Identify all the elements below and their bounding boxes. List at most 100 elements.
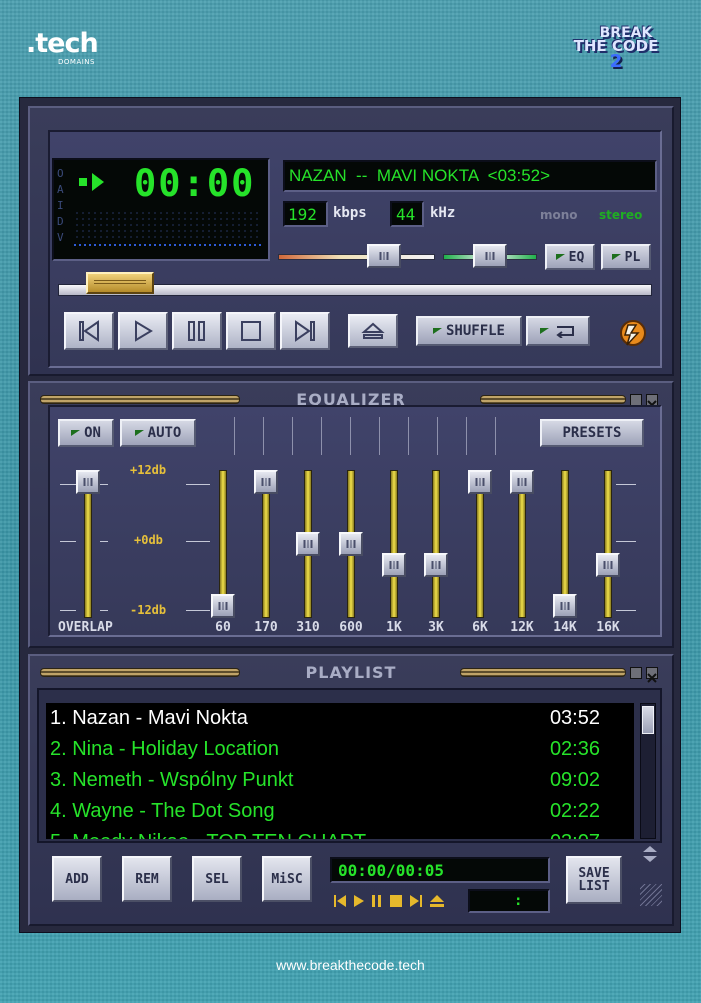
footer-url[interactable]: www.breakthecode.tech [0,957,701,973]
eq-slider-knob[interactable] [211,594,235,618]
eq-on-label: ON [84,425,101,441]
mini-transport-icons [334,895,444,907]
volume-knob[interactable] [366,244,401,268]
eq-slider-knob[interactable] [424,552,448,577]
playlist-scroll-arrows[interactable] [640,843,660,865]
playlist-list[interactable]: 1. Nazan - Mavi Nokta 03:52 2. Nina - Hol… [46,703,634,839]
playlist-item[interactable]: 4. Wayne - The Dot Song 02:22 [50,800,600,831]
rem-label: REM [135,871,159,887]
track-title-display[interactable]: NAZAN -- MAVI NOKTA <03:52> [283,160,657,192]
repeat-button[interactable] [526,316,590,346]
pause-button[interactable] [172,312,222,350]
eq-slider-knob[interactable] [553,594,577,618]
balance-knob[interactable] [473,244,507,268]
playlist-item[interactable]: 3. Nemeth - Wspólny Punkt 09:02 [50,769,600,800]
eq-slider-track[interactable] [432,470,440,618]
stop-button[interactable] [226,312,276,350]
playlist-item-duration: 03:07 [550,831,600,839]
pl-close-button[interactable] [646,667,658,683]
playlist-add-button[interactable]: ADD [52,856,102,902]
save-list-button[interactable]: SAVE LIST [566,856,622,904]
eq-band-3k[interactable]: 3K [416,470,456,635]
mono-indicator: mono [540,208,578,222]
eq-slider-track[interactable] [390,470,398,618]
volume-slider[interactable] [278,254,435,260]
playlist-scrollbar[interactable] [640,703,656,839]
playlist-scroll-thumb[interactable] [642,706,654,734]
eq-slider-knob[interactable] [510,470,534,494]
lightning-logo-icon [620,320,646,346]
break-the-code-logo: BREAK THE CODE 2 [556,26,676,76]
eq-auto-flag-icon [134,430,144,436]
playlist-item-duration: 03:52 [549,707,600,729]
playlist-misc-button[interactable]: MiSC [262,856,312,902]
play-button[interactable] [118,312,168,350]
playlist-mini-display: : [468,889,550,913]
playlist-item-duration: 02:36 [549,738,600,760]
eq-slider-track[interactable] [604,470,612,618]
eq-band-16k[interactable]: 16K [588,470,628,635]
shuffle-button[interactable]: SHUFFLE [416,316,522,346]
pl-flag-icon [611,254,621,260]
playlist-remove-button[interactable]: REM [122,856,172,902]
eq-band-6k[interactable]: 6K [460,470,500,635]
play-status-icon [92,173,104,191]
previous-button[interactable] [64,312,114,350]
close-icon [647,673,657,683]
eq-slider-knob[interactable] [596,552,620,577]
eq-band-600[interactable]: 600 [331,470,371,635]
eq-preamp-slider[interactable]: OVERLAP [58,470,113,635]
eq-toggle-button[interactable]: EQ [545,244,595,270]
eq-band-label: 16K [596,620,620,635]
eq-auto-label: AUTO [147,425,182,441]
samplerate-unit: kHz [430,205,456,221]
next-button[interactable] [280,312,330,350]
db-mid-label: +0db [134,533,163,547]
scroll-arrows-icon [643,846,657,862]
eq-slider-knob[interactable] [382,552,406,577]
pl-minimize-button[interactable] [630,667,642,679]
eq-slider-knob[interactable] [468,470,492,494]
eq-slider-knob[interactable] [254,470,278,494]
eject-button[interactable] [348,314,398,348]
eject-icon [361,322,385,339]
visualizer-area[interactable] [74,210,262,240]
repeat-icon [555,326,574,338]
visualizer-baseline [74,244,262,246]
eq-toggle-label: EQ [568,249,585,265]
eq-slider-knob[interactable] [76,470,100,494]
elapsed-time[interactable]: 00:00 [134,162,255,205]
eq-slider-knob[interactable] [339,532,363,556]
eq-band-1k[interactable]: 1K [374,470,414,635]
playlist-toggle-button[interactable]: PL [601,244,651,270]
eq-band-14k[interactable]: 14K [545,470,585,635]
eq-band-170[interactable]: 170 [246,470,286,635]
eq-band-12k[interactable]: 12K [502,470,542,635]
playlist-resize-grip[interactable] [640,884,662,906]
eq-band-60[interactable]: 60 [203,470,243,635]
playlist-title-bar[interactable]: PLAYLIST [40,663,662,683]
play-icon [135,320,153,342]
samplerate-display: 44 [390,201,424,227]
db-min-label: -12db [130,603,167,617]
repeat-flag-icon [539,328,549,334]
stop-icon [241,321,261,341]
playlist-time-display: 00:00/00:05 [330,857,550,883]
playlist-select-button[interactable]: SEL [192,856,242,902]
misc-label: MiSC [271,871,303,887]
mini-transport[interactable] [332,891,460,911]
pause-icon [188,321,205,341]
playlist-item[interactable]: 2. Nina - Holiday Location 02:36 [50,738,600,769]
playlist-item[interactable]: 1. Nazan - Mavi Nokta 03:52 [50,707,600,738]
tech-domains-sublabel: DOMAINS [58,58,95,66]
eq-auto-button[interactable]: AUTO [120,419,196,447]
eq-on-button[interactable]: ON [58,419,114,447]
seek-knob[interactable] [86,272,154,294]
eq-slider-knob[interactable] [296,532,320,556]
playlist-item[interactable]: 5. Moody Nikao - TOP TEN CHART 03:07 [50,831,600,839]
eq-band-310[interactable]: 310 [288,470,328,635]
seek-knob-grip [94,280,146,284]
about-logo-button[interactable] [616,316,650,350]
eq-presets-button[interactable]: PRESETS [540,419,644,447]
eq-curve-graph [234,417,504,455]
